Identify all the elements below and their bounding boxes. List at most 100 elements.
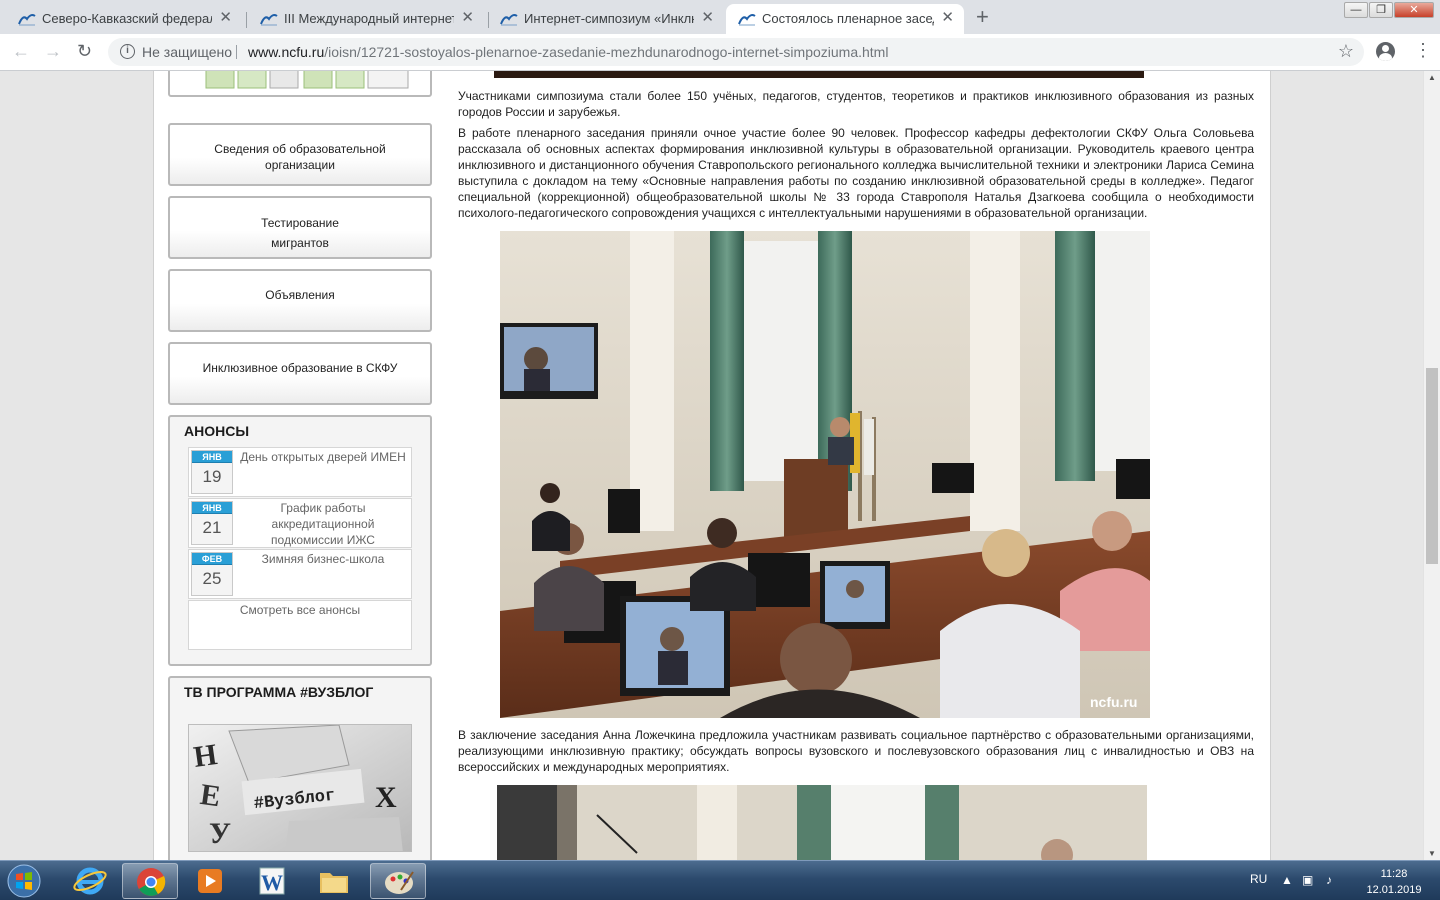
reload-button[interactable]: ↻ xyxy=(77,41,92,62)
ncfu-favicon-icon xyxy=(738,14,756,26)
tab-plenary-session[interactable]: Состоялось пленарное заседание ✕ xyxy=(726,4,964,34)
bookmark-star-icon[interactable]: ☆ xyxy=(1338,41,1354,62)
tab-title: III Международный интернет-симпозиум xyxy=(284,11,454,26)
vuzblog-banner[interactable]: Н Е У #Вузблог Х xyxy=(188,724,412,852)
back-button[interactable]: ← xyxy=(12,41,30,62)
tab-symposium[interactable]: III Международный интернет-симпозиум ✕ xyxy=(248,4,484,34)
calendar-day: 25 xyxy=(202,569,222,588)
announcements-widget: АНОНСЫ ЯНВ 19 День открытых дверей ИМЕН … xyxy=(168,415,432,666)
announcement-title[interactable]: График работы аккредитационной подкомисс… xyxy=(237,500,409,548)
url-host: www.ncfu.ru xyxy=(248,44,325,60)
calendar-month: ЯНВ xyxy=(192,451,232,463)
menu-icon[interactable]: ⋮ xyxy=(1414,41,1432,59)
announcement-item[interactable]: ФЕВ 25 Зимняя бизнес-школа xyxy=(188,549,412,599)
language-indicator[interactable]: RU xyxy=(1250,872,1267,886)
sidebar-link-inclusive-education[interactable]: Инклюзивное образование в СКФУ xyxy=(168,342,432,405)
scroll-down-arrow-icon[interactable]: ▼ xyxy=(1428,849,1436,858)
taskbar-word[interactable]: W xyxy=(244,863,300,899)
svg-text:Х: Х xyxy=(375,781,397,814)
tab-close-icon[interactable]: ✕ xyxy=(219,8,232,26)
browser-toolbar: ← → ↻ i Не защищено www.ncfu.ru/ioisn/12… xyxy=(0,34,1440,71)
maximize-button[interactable]: ❐ xyxy=(1369,2,1393,18)
volume-muted-icon[interactable]: ♪ xyxy=(1326,873,1332,887)
ncfu-favicon-icon xyxy=(18,14,36,26)
clock[interactable]: 11:28 12.01.2019 xyxy=(1362,866,1426,898)
svg-text:W: W xyxy=(261,870,283,895)
internet-explorer-icon xyxy=(73,867,107,895)
box-label-line: организации xyxy=(265,158,335,172)
clock-date: 12.01.2019 xyxy=(1366,884,1422,896)
word-icon: W xyxy=(259,867,285,895)
ncfu-favicon-icon xyxy=(500,14,518,26)
close-window-button[interactable]: ✕ xyxy=(1394,2,1434,18)
address-bar[interactable]: i Не защищено www.ncfu.ru/ioisn/12721-so… xyxy=(108,38,1364,66)
tv-program-title: ТВ ПРОГРАММА #ВУЗБЛОГ xyxy=(184,684,374,700)
announcement-title[interactable]: Зимняя бизнес-школа xyxy=(237,551,409,567)
scroll-up-arrow-icon[interactable]: ▲ xyxy=(1428,73,1436,82)
article-paragraph: В работе пленарного заседания приняли оч… xyxy=(458,126,1254,220)
info-icon[interactable]: i xyxy=(120,44,135,59)
clock-time: 11:28 xyxy=(1380,868,1408,880)
photo-watermark: ncfu.ru xyxy=(1090,694,1137,710)
plenary-session-photo: ncfu.ru xyxy=(500,231,1150,718)
network-icon[interactable]: ▣ xyxy=(1302,873,1313,887)
forward-button[interactable]: → xyxy=(44,41,62,62)
start-button[interactable] xyxy=(4,863,44,899)
calendar-day: 21 xyxy=(202,518,222,537)
sidebar-link-migrant-testing[interactable]: Тестирование мигрантов xyxy=(168,196,432,259)
taskbar-paint[interactable] xyxy=(370,863,426,899)
url-divider xyxy=(236,45,237,59)
tab-close-icon[interactable]: ✕ xyxy=(461,8,474,26)
sidebar-banner[interactable] xyxy=(168,71,432,97)
tv-program-widget: ТВ ПРОГРАММА #ВУЗБЛОГ Н Е У #Вузблог Х xyxy=(168,676,432,860)
second-session-photo xyxy=(497,785,1147,860)
chrome-icon xyxy=(137,868,166,896)
tab-title: Состоялось пленарное заседание xyxy=(762,11,934,26)
show-hidden-icons-icon[interactable]: ▲ xyxy=(1281,873,1293,887)
plenary-hall-image: ncfu.ru xyxy=(500,231,1150,718)
taskbar-internet-explorer[interactable] xyxy=(62,863,118,899)
tab-divider xyxy=(246,12,247,28)
tab-close-icon[interactable]: ✕ xyxy=(941,8,954,26)
windows-logo-icon xyxy=(7,864,41,898)
previous-photo-edge xyxy=(494,71,1144,78)
tab-close-icon[interactable]: ✕ xyxy=(701,8,714,26)
taskbar-chrome[interactable] xyxy=(122,863,178,899)
folder-icon xyxy=(320,873,348,893)
announcement-title[interactable]: День открытых дверей ИМЕН xyxy=(237,449,409,465)
all-announcements-link[interactable]: Смотреть все анонсы xyxy=(188,600,412,650)
announcement-item[interactable]: ЯНВ 19 День открытых дверей ИМЕН xyxy=(188,447,412,497)
vuzblog-typewriter-image: Н Е У #Вузблог Х xyxy=(189,725,411,851)
box-label-line: Инклюзивное образование в СКФУ xyxy=(202,361,398,375)
banner-thumbnails-image xyxy=(205,71,409,89)
security-label[interactable]: Не защищено xyxy=(142,44,232,60)
sidebar-link-announcements[interactable]: Объявления xyxy=(168,269,432,332)
account-icon[interactable] xyxy=(1376,42,1395,61)
calendar-icon: ФЕВ 25 xyxy=(191,552,233,596)
tab-internet-symposium[interactable]: Интернет-симпозиум «Инклюзивное образова… xyxy=(488,4,724,34)
box-label-line: мигрантов xyxy=(271,236,329,250)
tab-ncfu-home[interactable]: Северо-Кавказский федеральный университе… xyxy=(6,4,242,34)
url-path: /ioisn/12721-sostoyalos-plenarnoe-zaseda… xyxy=(324,44,889,60)
calendar-month: ФЕВ xyxy=(192,553,232,565)
tab-strip: Северо-Кавказский федеральный университе… xyxy=(0,0,1440,34)
tab-title: Северо-Кавказский федеральный университе… xyxy=(42,11,212,26)
svg-text:Н: Н xyxy=(192,738,220,774)
ncfu-favicon-icon xyxy=(260,14,278,26)
minimize-button[interactable]: — xyxy=(1344,2,1368,18)
taskbar-media-player[interactable] xyxy=(182,863,238,899)
sidebar-link-org-info[interactable]: Сведения об образовательной организации xyxy=(168,123,432,186)
tab-title: Интернет-симпозиум «Инклюзивное образова… xyxy=(524,11,694,26)
calendar-icon: ЯНВ 19 xyxy=(191,450,233,494)
calendar-icon: ЯНВ 21 xyxy=(191,501,233,545)
paint-palette-icon xyxy=(385,871,414,894)
new-tab-button[interactable]: + xyxy=(976,4,989,30)
url-text[interactable]: www.ncfu.ru/ioisn/12721-sostoyalos-plena… xyxy=(248,44,888,60)
scrollbar-thumb[interactable] xyxy=(1426,368,1438,564)
article-paragraph: Участниками симпозиума стали более 150 у… xyxy=(458,89,1254,119)
taskbar-file-explorer[interactable] xyxy=(306,863,362,899)
page-container: Сведения об образовательной организации … xyxy=(153,71,1271,860)
page-scrollbar[interactable]: ▲ ▼ xyxy=(1423,71,1440,860)
announcement-item[interactable]: ЯНВ 21 График работы аккредитационной по… xyxy=(188,498,412,548)
box-label-line: Сведения об образовательной xyxy=(214,142,386,156)
